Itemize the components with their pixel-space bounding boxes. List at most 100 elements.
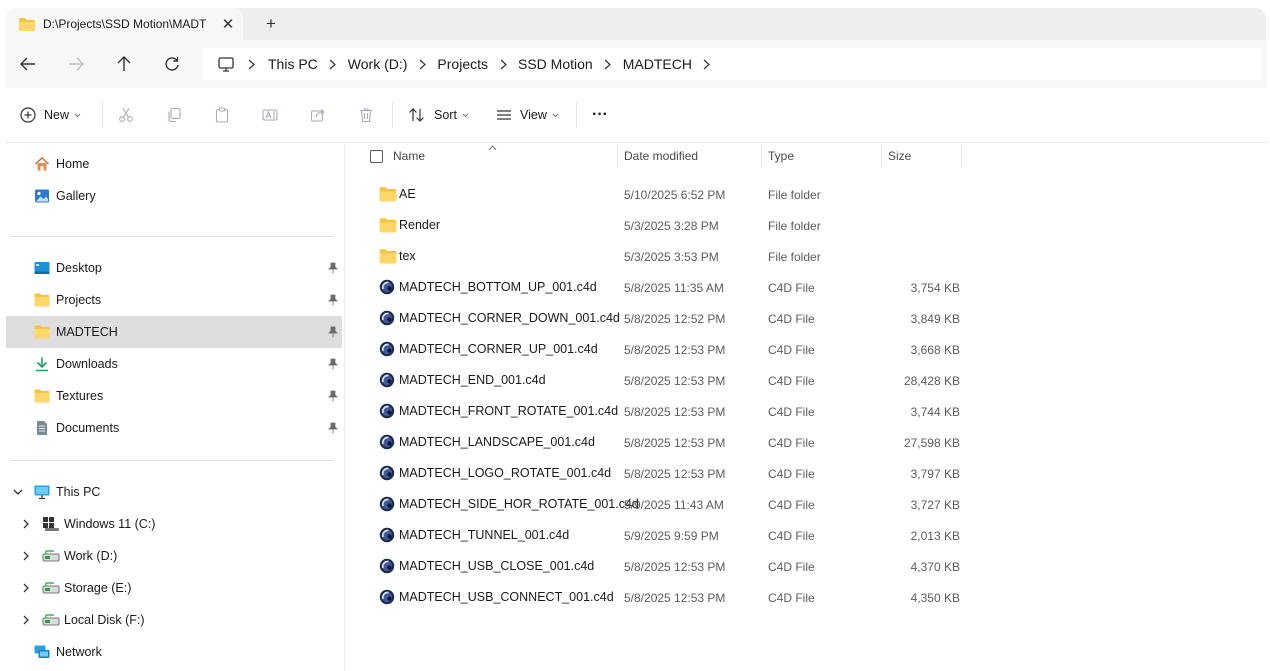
file-row[interactable]: Render 5/3/2025 3:28 PM File folder bbox=[345, 210, 1266, 241]
file-row[interactable]: MADTECH_USB_CLOSE_001.c4d 5/8/2025 12:53 … bbox=[345, 551, 1266, 582]
file-row[interactable]: MADTECH_TUNNEL_001.c4d 5/9/2025 9:59 PM C4… bbox=[345, 520, 1266, 551]
back-button[interactable] bbox=[18, 54, 38, 74]
file-date-modified: 5/8/2025 12:53 PM bbox=[624, 467, 726, 481]
windows-drive-icon bbox=[43, 517, 59, 531]
column-header-date[interactable]: Date modified bbox=[624, 144, 760, 168]
file-row[interactable]: MADTECH_USB_CONNECT_001.c4d 5/8/2025 12:5… bbox=[345, 582, 1266, 613]
chevron-right-icon bbox=[488, 56, 518, 72]
forward-button[interactable] bbox=[66, 54, 86, 74]
file-type: C4D File bbox=[768, 529, 815, 543]
file-row[interactable]: MADTECH_BOTTOM_UP_001.c4d 5/8/2025 11:35 … bbox=[345, 272, 1266, 303]
tab-title: D:\Projects\SSD Motion\MADTECH bbox=[43, 17, 207, 31]
sidebar-item-drive-f[interactable]: Local Disk (F:) bbox=[6, 604, 342, 636]
pin-icon[interactable] bbox=[327, 390, 339, 402]
breadcrumb-ssd-motion[interactable]: SSD Motion bbox=[518, 56, 593, 72]
chevron-down-icon[interactable] bbox=[12, 486, 24, 498]
tab-current-folder[interactable]: D:\Projects\SSD Motion\MADTECH ✕ bbox=[6, 8, 243, 40]
column-divider[interactable] bbox=[761, 144, 762, 168]
sidebar-item-network[interactable]: Network bbox=[6, 636, 342, 668]
sidebar-item-home[interactable]: Home bbox=[6, 148, 342, 180]
sidebar-item-gallery[interactable]: Gallery bbox=[6, 180, 342, 212]
scissors-icon bbox=[119, 108, 133, 122]
pin-icon[interactable] bbox=[327, 422, 339, 434]
sidebar-item-drive-d[interactable]: Work (D:) bbox=[6, 540, 342, 572]
file-date-modified: 5/9/2025 9:59 PM bbox=[624, 529, 719, 543]
chevron-right-icon[interactable] bbox=[20, 518, 32, 530]
breadcrumb-projects[interactable]: Projects bbox=[437, 56, 488, 72]
copy-button[interactable] bbox=[166, 104, 182, 126]
new-button[interactable]: New bbox=[20, 104, 81, 126]
folder-icon bbox=[379, 217, 397, 233]
view-button[interactable]: View bbox=[496, 104, 559, 126]
chevron-right-icon[interactable] bbox=[20, 582, 32, 594]
file-list: Name Date modified Type Size AE 5/10/2025… bbox=[345, 144, 1266, 671]
file-type: C4D File bbox=[768, 436, 815, 450]
file-type: C4D File bbox=[768, 343, 815, 357]
select-all-checkbox[interactable] bbox=[370, 150, 383, 163]
column-divider[interactable] bbox=[617, 144, 618, 168]
column-divider[interactable] bbox=[881, 144, 882, 168]
column-header-size[interactable]: Size bbox=[888, 144, 960, 168]
file-row[interactable]: AE 5/10/2025 6:52 PM File folder bbox=[345, 179, 1266, 210]
pin-icon[interactable] bbox=[327, 262, 339, 274]
file-row[interactable]: MADTECH_FRONT_ROTATE_001.c4d 5/8/2025 12:… bbox=[345, 396, 1266, 427]
toolbar-divider bbox=[392, 102, 393, 128]
file-row[interactable]: MADTECH_END_001.c4d 5/8/2025 12:53 PM C4D … bbox=[345, 365, 1266, 396]
up-button[interactable] bbox=[114, 54, 134, 74]
sidebar-item-drive-e[interactable]: Storage (E:) bbox=[6, 572, 342, 604]
sidebar-item-this-pc[interactable]: This PC bbox=[6, 476, 342, 508]
pin-icon[interactable] bbox=[327, 358, 339, 370]
sidebar-item-desktop[interactable]: Desktop bbox=[6, 252, 342, 284]
breadcrumb-madtech[interactable]: MADTECH bbox=[623, 56, 692, 72]
file-size: 3,744 KB bbox=[910, 405, 960, 419]
column-header-type[interactable]: Type bbox=[768, 144, 880, 168]
refresh-button[interactable] bbox=[162, 54, 182, 74]
network-icon bbox=[34, 645, 50, 658]
breadcrumb-work-d[interactable]: Work (D:) bbox=[348, 56, 408, 72]
file-row[interactable]: MADTECH_LANDSCAPE_001.c4d 5/8/2025 12:53 … bbox=[345, 427, 1266, 458]
file-row[interactable]: MADTECH_CORNER_DOWN_001.c4d 5/8/2025 12:5… bbox=[345, 303, 1266, 334]
pin-icon[interactable] bbox=[327, 326, 339, 338]
delete-button[interactable] bbox=[358, 104, 374, 126]
file-row[interactable]: tex 5/3/2025 3:53 PM File folder bbox=[345, 241, 1266, 272]
sidebar-item-drive-c[interactable]: Windows 11 (C:) bbox=[6, 508, 342, 540]
sidebar-item-documents[interactable]: Documents bbox=[6, 412, 342, 444]
file-type: C4D File bbox=[768, 374, 815, 388]
chevron-right-icon[interactable] bbox=[20, 550, 32, 562]
new-tab-button[interactable]: + bbox=[262, 14, 280, 33]
column-header-name[interactable]: Name bbox=[393, 144, 617, 168]
rename-button[interactable] bbox=[262, 104, 278, 126]
breadcrumb-this-pc[interactable]: This PC bbox=[268, 56, 318, 72]
file-name: tex bbox=[399, 249, 416, 263]
sidebar-item-downloads[interactable]: Downloads bbox=[6, 348, 342, 380]
network-drive-icon bbox=[42, 550, 60, 562]
chevron-right-icon[interactable] bbox=[692, 56, 722, 72]
file-row[interactable]: MADTECH_SIDE_HOR_ROTATE_001.c4d 5/9/2025 … bbox=[345, 489, 1266, 520]
address-bar[interactable]: This PC Work (D:) Projects SSD Motion MA… bbox=[202, 48, 1262, 80]
cut-button[interactable] bbox=[118, 104, 134, 126]
c4d-file-icon bbox=[379, 403, 397, 419]
pin-icon[interactable] bbox=[327, 294, 339, 306]
column-divider[interactable] bbox=[961, 144, 962, 168]
folder-icon bbox=[34, 389, 50, 403]
file-row[interactable]: MADTECH_CORNER_UP_001.c4d 5/8/2025 12:53 … bbox=[345, 334, 1266, 365]
arrow-right-icon bbox=[69, 57, 84, 71]
computer-icon bbox=[34, 485, 50, 500]
file-size: 3,668 KB bbox=[910, 343, 960, 357]
file-name: MADTECH_BOTTOM_UP_001.c4d bbox=[399, 280, 597, 294]
tab-close-button[interactable]: ✕ bbox=[220, 16, 236, 33]
file-row[interactable]: MADTECH_LOGO_ROTATE_001.c4d 5/8/2025 12:5… bbox=[345, 458, 1266, 489]
chevron-right-icon[interactable] bbox=[20, 614, 32, 626]
more-options-button[interactable]: ··· bbox=[592, 104, 608, 126]
sort-button[interactable]: Sort bbox=[408, 104, 469, 126]
folder-icon bbox=[379, 186, 397, 202]
file-name: MADTECH_LOGO_ROTATE_001.c4d bbox=[399, 466, 612, 480]
sidebar-item-projects[interactable]: Projects bbox=[6, 284, 342, 316]
copy-icon bbox=[168, 107, 181, 123]
file-date-modified: 5/8/2025 12:52 PM bbox=[624, 312, 726, 326]
paste-button[interactable] bbox=[214, 104, 230, 126]
c4d-file-icon bbox=[379, 279, 397, 295]
sidebar-item-madtech[interactable]: MADTECH bbox=[6, 316, 342, 348]
sidebar-item-textures[interactable]: Textures bbox=[6, 380, 342, 412]
share-button[interactable] bbox=[310, 104, 326, 126]
